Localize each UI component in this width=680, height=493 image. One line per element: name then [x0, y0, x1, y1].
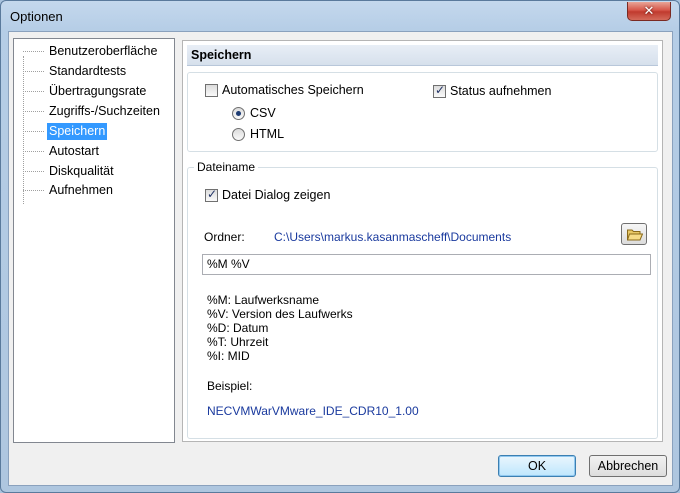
browse-folder-button[interactable]: [621, 223, 647, 245]
placeholder-line: %I: MID: [207, 349, 250, 363]
settings-panel: Speichern Automatisches Speichern ✓ Stat…: [182, 40, 663, 442]
tree-item-label: Autostart: [49, 144, 100, 158]
auto-save-label: Automatisches Speichern: [222, 83, 364, 97]
filename-pattern-input[interactable]: %M %V: [202, 254, 651, 275]
tree-item-label: Diskqualität: [49, 164, 114, 178]
tree-item-label: Aufnehmen: [49, 183, 113, 197]
panel-header: Speichern: [187, 45, 658, 66]
placeholder-line: %D: Datum: [207, 321, 269, 335]
tree-connector: [23, 151, 44, 152]
tree-item-label: Übertragungsrate: [49, 84, 147, 98]
tree-connector: [23, 51, 44, 52]
close-button[interactable]: ✕: [627, 2, 671, 21]
checkbox-box: [205, 84, 218, 97]
checkbox-box: ✓: [205, 187, 218, 202]
dialog-client-area: Benutzeroberfläche Standardtests Übertra…: [8, 31, 673, 486]
tree-connector: [23, 171, 44, 172]
format-html-label: HTML: [250, 127, 285, 141]
check-icon: ✓: [435, 83, 446, 97]
placeholder-line: %T: Uhrzeit: [207, 335, 269, 349]
folder-path: C:\Users\markus.kasanmascheff\Documents: [274, 230, 512, 244]
cancel-button[interactable]: Abbrechen: [589, 455, 667, 477]
options-tree[interactable]: Benutzeroberfläche Standardtests Übertra…: [13, 38, 175, 443]
window-title: Optionen: [10, 9, 63, 24]
format-csv-label: CSV: [250, 106, 276, 120]
ok-button[interactable]: OK: [498, 455, 576, 477]
show-dialog-label: Datei Dialog zeigen: [222, 188, 331, 202]
folder-label: Ordner:: [204, 230, 245, 244]
tree-connector: [23, 71, 44, 72]
placeholder-line: %M: Laufwerksname: [207, 293, 320, 307]
filename-group: Dateiname ✓ Datei Dialog zeigen Ordner: …: [187, 160, 658, 439]
filename-group-legend: Dateiname: [194, 160, 259, 174]
check-icon: ✓: [207, 187, 218, 201]
checkbox-box: ✓: [433, 83, 446, 98]
tree-connector: [23, 131, 44, 132]
tree-connector-line: [23, 56, 24, 204]
radio-circle: [232, 107, 245, 120]
save-options-group: Automatisches Speichern ✓ Status aufnehm…: [187, 72, 658, 152]
title-bar[interactable]: Optionen ✕: [1, 1, 679, 31]
tree-item-label: Benutzeroberfläche: [49, 44, 158, 58]
status-record-label: Status aufnehmen: [450, 84, 552, 98]
tree-connector: [23, 91, 44, 92]
placeholder-legend: %M: Laufwerksname %V: Version des Laufwe…: [207, 293, 353, 363]
placeholder-line: %V: Version des Laufwerks: [207, 307, 353, 321]
folder-open-icon: [627, 229, 643, 241]
example-value: NECVMWarVMware_IDE_CDR10_1.00: [207, 404, 419, 418]
example-label: Beispiel:: [207, 379, 253, 393]
radio-circle: [232, 128, 245, 141]
panel-title: Speichern: [191, 48, 252, 62]
close-icon: ✕: [643, 3, 655, 18]
radio-dot: [236, 111, 241, 116]
tree-connector: [23, 190, 44, 191]
tree-connector: [23, 111, 44, 112]
tree-item-label: Zugriffs-/Suchzeiten: [49, 104, 160, 118]
tree-item-label: Standardtests: [49, 64, 127, 78]
options-dialog: Optionen ✕ Benutzeroberfläche Standardte…: [0, 0, 680, 493]
tree-item-label: Speichern: [47, 123, 108, 140]
